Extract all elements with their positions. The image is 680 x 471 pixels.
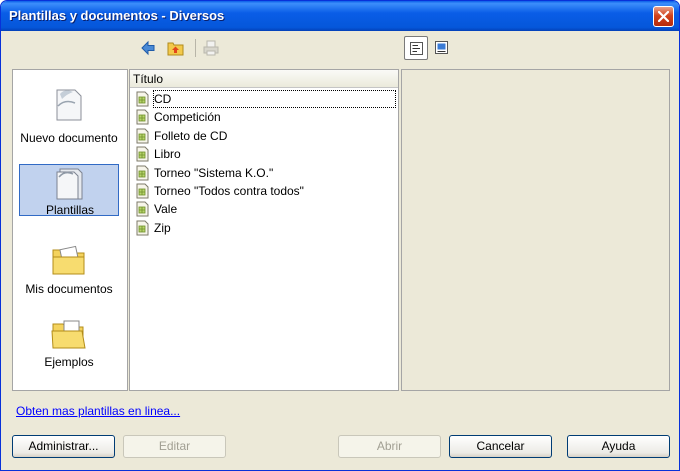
file-name: Torneo "Todos contra todos" — [154, 184, 304, 198]
category-label: Mis documentos — [25, 282, 113, 296]
category-templates[interactable]: Plantillas — [19, 164, 119, 217]
file-list-item[interactable]: Competición — [133, 108, 396, 126]
template-file-icon — [136, 201, 149, 217]
examples-folder-icon — [51, 320, 86, 349]
category-panel: Nuevo documento Plantillas Mis documento… — [12, 69, 128, 391]
template-file-icon — [136, 220, 149, 236]
file-list-item[interactable]: Vale — [133, 200, 396, 218]
preview-panel — [401, 69, 670, 391]
template-file-icon — [136, 128, 149, 144]
file-name: CD — [153, 90, 396, 108]
file-list-item[interactable]: Libro — [133, 145, 396, 163]
close-icon — [658, 11, 669, 22]
title-bar[interactable]: Plantillas y documentos - Diversos — [1, 1, 679, 31]
new-document-icon — [56, 89, 82, 121]
toolbar-separator — [195, 39, 196, 57]
file-name: Zip — [154, 220, 171, 235]
column-header-title[interactable]: Título — [130, 70, 398, 88]
print-icon — [203, 40, 219, 56]
category-label: Plantillas — [45, 203, 95, 217]
preview-icon — [435, 41, 448, 54]
file-name: Vale — [154, 202, 178, 217]
file-name: Libro — [154, 147, 181, 162]
template-file-icon — [136, 91, 149, 107]
category-my-documents[interactable]: Mis documentos — [19, 242, 119, 296]
file-list-item[interactable]: Folleto de CD — [133, 127, 396, 145]
template-file-icon — [136, 146, 149, 162]
folder-up-icon — [167, 42, 184, 56]
edit-button[interactable]: Editar — [123, 435, 226, 458]
file-list-panel: Título CD Competición Folleto de CD Libro To… — [129, 69, 399, 391]
template-file-icon — [136, 183, 149, 199]
help-button[interactable]: Ayuda — [567, 435, 670, 458]
category-examples[interactable]: Ejemplos — [19, 318, 119, 370]
folder-up-button[interactable] — [164, 37, 186, 59]
window-title: Plantillas y documentos - Diversos — [9, 8, 225, 23]
cancel-button[interactable]: Cancelar — [449, 435, 552, 458]
category-label: Nuevo documento — [20, 131, 118, 145]
document-view-icon — [410, 42, 423, 55]
template-file-icon — [136, 165, 149, 181]
file-list-item[interactable]: CD — [133, 90, 396, 108]
category-new-document[interactable]: Nuevo documento — [19, 86, 119, 145]
manage-button[interactable]: Administrar... — [12, 435, 115, 458]
file-list-item[interactable]: Torneo "Sistema K.O." — [133, 164, 396, 182]
file-name: Torneo "Sistema K.O." — [154, 165, 274, 180]
templates-icon — [56, 168, 83, 200]
file-list-item[interactable]: Zip — [133, 219, 396, 237]
back-arrow-icon — [141, 40, 155, 56]
file-name: Folleto de CD — [154, 128, 228, 143]
print-button[interactable] — [200, 37, 222, 59]
category-label: Ejemplos — [44, 355, 94, 369]
close-button[interactable] — [653, 6, 674, 27]
get-more-templates-link[interactable]: Obten mas plantillas en linea... — [16, 404, 180, 418]
back-button[interactable] — [137, 37, 159, 59]
open-button[interactable]: Abrir — [338, 435, 441, 458]
templates-dialog: Plantillas y documentos - Diversos Nuevo… — [0, 0, 680, 471]
template-file-icon — [136, 109, 149, 125]
file-name: Competición — [154, 110, 221, 125]
my-documents-icon — [52, 245, 85, 275]
file-list-item[interactable]: Torneo "Todos contra todos" — [133, 182, 396, 200]
document-view-button[interactable] — [404, 36, 428, 60]
preview-button[interactable] — [430, 36, 454, 60]
